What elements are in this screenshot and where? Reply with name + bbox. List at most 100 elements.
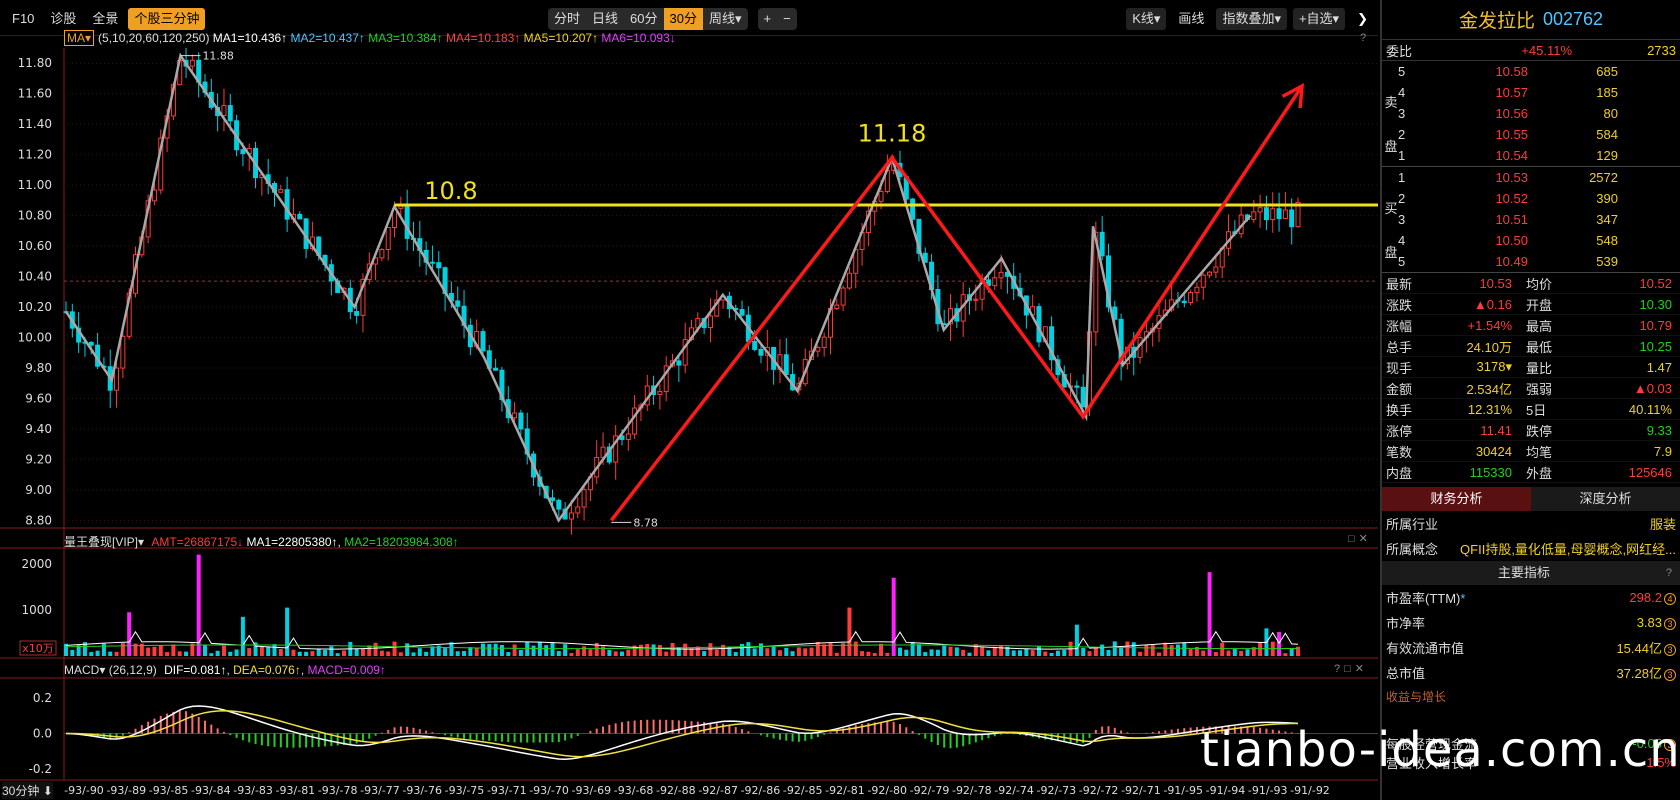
volume-bar (544, 645, 549, 656)
peak-label: 11.18 (858, 120, 927, 148)
zigzag-gray-line (64, 52, 1252, 523)
volume-bar (341, 650, 346, 656)
x-tick-label: -91/-94 (1206, 784, 1246, 797)
candle-body (455, 300, 461, 307)
bid-level-5[interactable]: 5 10.49 539 (1382, 251, 1680, 272)
ask-level-2[interactable]: 2 10.55 584 (1382, 124, 1680, 145)
volume-bar (721, 644, 726, 656)
level-number: 4 (1398, 85, 1406, 100)
macd-params: (26,12,9) (108, 663, 157, 677)
volume-bar (1011, 650, 1016, 656)
volume-bar (108, 651, 113, 656)
candle-body (278, 189, 284, 193)
volume-bar (613, 651, 618, 656)
volume-bar (1239, 650, 1244, 656)
candle-body (1194, 286, 1200, 294)
indicator-row[interactable]: 总市值 37.28亿 3 (1382, 660, 1680, 685)
volume-unit-label: x10万 (22, 642, 54, 655)
volume-bar (834, 652, 839, 656)
y-tick-label: 10.80 (18, 209, 52, 223)
volume-bar (1074, 624, 1079, 656)
quote-value: 10.30 (1639, 296, 1672, 312)
main-indicators-header[interactable]: 主要指标? (1382, 561, 1680, 585)
candle-body (657, 391, 663, 395)
volume-bar (790, 651, 795, 656)
level-volume: 129 (1596, 148, 1618, 163)
volume-bar (480, 643, 485, 656)
candle-body (120, 335, 126, 369)
y-tick-label: 9.80 (25, 361, 52, 375)
volume-bar (1201, 650, 1206, 656)
volume-bar (506, 652, 511, 656)
tab-deep[interactable]: 深度分析 (1531, 487, 1680, 511)
arrow-down-icon: ⬇ (42, 784, 53, 798)
ask-level-5[interactable]: 5 10.58 685 (1382, 61, 1680, 82)
quote-label: 现手 (1386, 360, 1413, 376)
indicator-label: 市盈率(TTM)* (1386, 591, 1466, 606)
ask-level-1[interactable]: 1 10.54 129 (1382, 145, 1680, 166)
help-icon[interactable]: ? (1666, 561, 1672, 585)
bid-level-2[interactable]: 2 10.52 390 (1382, 188, 1680, 209)
volume-bar (986, 650, 991, 656)
concept-label: 所属概念 (1386, 542, 1439, 557)
volume-bar (702, 651, 707, 656)
volume-bar (278, 649, 283, 656)
candle-body (480, 331, 486, 352)
y-tick-label: 10.60 (18, 239, 52, 253)
concept-value[interactable]: QFII持股,量化低量,母婴概念,网红经... (1460, 539, 1676, 558)
candle-body (429, 261, 435, 264)
volume-bar (765, 648, 770, 656)
volume-bar (373, 642, 378, 656)
quote-sidebar: 金发拉比 002762 委比 +45.11% 2733 5 10.58 685 4 10… (1380, 0, 1680, 800)
bid-level-3[interactable]: 3 10.51 347 (1382, 209, 1680, 230)
quote-label: 涨幅 (1386, 318, 1413, 334)
indicator-row[interactable]: 有效流通市值 15.44亿 3 (1382, 635, 1680, 660)
x-tick-label: -92/-85 (783, 784, 823, 797)
volume-bar (1024, 648, 1029, 656)
tab-financial[interactable]: 财务分析 (1382, 487, 1531, 511)
x-tick-label: -93/-89 (106, 784, 146, 797)
candle-body (398, 205, 404, 209)
volume-bar (897, 647, 902, 656)
bid-level-1[interactable]: 1 10.53 2572 (1382, 167, 1680, 188)
quote-label: 金额 (1386, 381, 1413, 397)
volume-dropdown[interactable]: 量王叠现[VIP]▾ (64, 535, 144, 549)
macd-tick-label: -0.2 (29, 762, 52, 776)
candle-body (910, 198, 916, 220)
candle-body (518, 412, 524, 430)
period-label[interactable]: 30分钟 ⬇ (2, 782, 53, 799)
macd-dropdown[interactable]: MACD▾ (64, 663, 105, 677)
quote-value: ▲0.03 (1633, 380, 1672, 396)
volume-bar (184, 651, 189, 656)
candle-body (707, 315, 713, 329)
quote-value: 40.11% (1628, 401, 1672, 417)
y-tick-label: 11.40 (18, 117, 52, 131)
quote-row: 总手 24.10万 最低 10.25 (1382, 336, 1680, 357)
x-tick-label: -93/-71 (487, 784, 527, 797)
quote-row: 金额 2.534亿 强弱 ▲0.03 (1382, 378, 1680, 399)
volume-bar (784, 647, 789, 656)
bid-level-4[interactable]: 4 10.50 548 (1382, 230, 1680, 251)
candle-body (114, 367, 120, 391)
volume-bar (1036, 645, 1041, 656)
volume-bar (417, 648, 422, 656)
macd-panel-controls[interactable]: ?□✕ (1334, 662, 1368, 675)
indicator-row[interactable]: 市盈率(TTM)* 298.2 4 (1382, 585, 1680, 610)
volume-bar (879, 643, 884, 656)
weibi-pct: +45.11% (1521, 42, 1572, 58)
candle-body (1289, 209, 1295, 228)
ask-level-3[interactable]: 3 10.56 80 (1382, 103, 1680, 124)
volume-panel-controls[interactable]: □✕ (1348, 532, 1372, 545)
industry-value[interactable]: 服装 (1650, 514, 1676, 533)
ask-level-4[interactable]: 4 10.57 185 (1382, 82, 1680, 103)
volume-bar (1163, 642, 1168, 656)
volume-bar (973, 644, 978, 656)
indicator-row[interactable]: 市净率 3.83 3 (1382, 610, 1680, 635)
level-price: 10.49 (1495, 254, 1528, 269)
volume-bar (95, 650, 100, 656)
volume-bar (746, 642, 751, 656)
candle-body (676, 360, 682, 366)
quote-label: 最低 (1526, 339, 1553, 355)
volume-bar (1150, 645, 1155, 656)
indicator-value: 3.83 3 (1637, 615, 1676, 630)
